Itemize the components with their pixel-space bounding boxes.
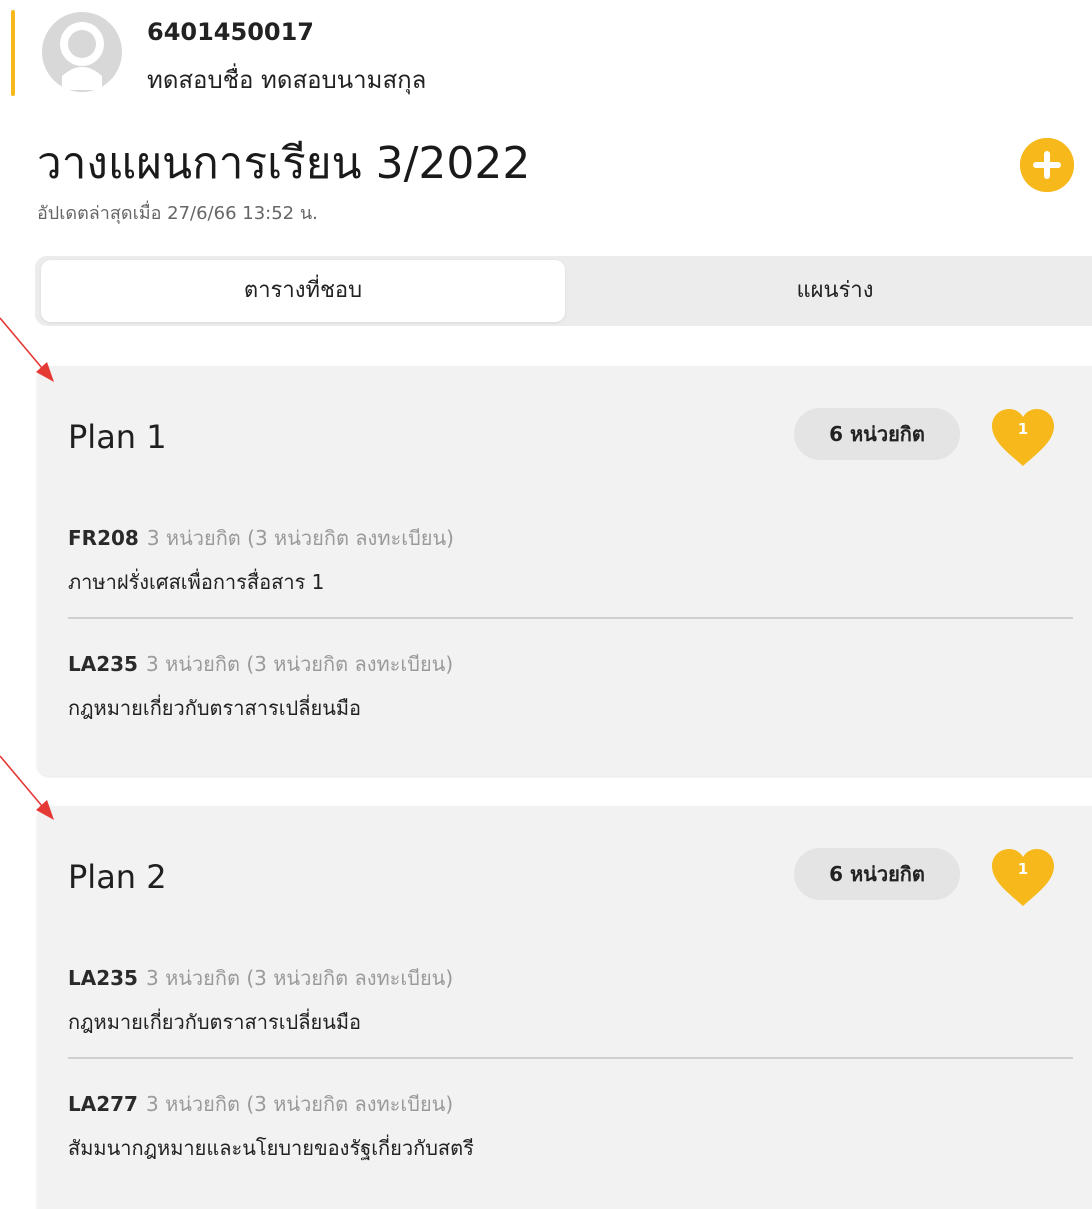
course-name: ภาษาฝรั่งเศสเพื่อการสื่อสาร 1 bbox=[68, 570, 325, 594]
study-plan-page: 6401450017 ทดสอบชื่อ ทดสอบนามสกุล วางแผน… bbox=[0, 0, 1092, 1209]
profile-accent-bar bbox=[11, 10, 15, 96]
user-avatar-placeholder-icon bbox=[40, 10, 124, 94]
total-credits-badge: 6 หน่วยกิต bbox=[794, 848, 960, 900]
plan-title: Plan 2 bbox=[68, 858, 167, 896]
course-item: LA277 3 หน่วยกิต (3 หน่วยกิต ลงทะเบียน) ส… bbox=[68, 1088, 1073, 1164]
course-credits: 3 หน่วยกิต (3 หน่วยกิต ลงทะเบียน) bbox=[145, 652, 454, 676]
plan-title: Plan 1 bbox=[68, 418, 167, 456]
course-divider bbox=[68, 617, 1073, 619]
student-id: 6401450017 bbox=[147, 18, 314, 46]
course-code: LA235 bbox=[68, 966, 138, 990]
like-count: 1 bbox=[1017, 420, 1029, 438]
course-item: LA235 3 หน่วยกิต (3 หน่วยกิต ลงทะเบียน) ก… bbox=[68, 962, 1073, 1038]
course-name: กฎหมายเกี่ยวกับตราสารเปลี่ยนมือ bbox=[68, 696, 362, 720]
student-name: ทดสอบชื่อ ทดสอบนามสกุล bbox=[147, 66, 427, 94]
heart-icon bbox=[992, 849, 1054, 906]
course-name: สัมมนากฎหมายและนโยบายของรัฐเกี่ยวกับสตรี bbox=[68, 1136, 474, 1160]
page-title: วางแผนการเรียน 3/2022 bbox=[37, 138, 531, 189]
tab-favorite-schedules[interactable]: ตารางที่ชอบ bbox=[41, 260, 565, 322]
course-item: LA235 3 หน่วยกิต (3 หน่วยกิต ลงทะเบียน) ก… bbox=[68, 648, 1073, 724]
plan-card[interactable]: Plan 1 6 หน่วยกิต 1 FR208 3 หน่วยกิต (3 ห… bbox=[37, 366, 1092, 776]
plan-tabs: ตารางที่ชอบ แผนร่าง bbox=[35, 256, 1092, 326]
student-profile-header: 6401450017 ทดสอบชื่อ ทดสอบนามสกุล bbox=[0, 0, 1092, 100]
course-code: LA277 bbox=[68, 1092, 138, 1116]
last-updated-text: อัปเดตล่าสุดเมื่อ 27/6/66 13:52 น. bbox=[37, 203, 318, 224]
course-credits: 3 หน่วยกิต (3 หน่วยกิต ลงทะเบียน) bbox=[146, 526, 454, 550]
like-button[interactable]: 1 bbox=[990, 848, 1056, 908]
course-code: FR208 bbox=[68, 526, 139, 550]
course-code: LA235 bbox=[68, 652, 138, 676]
add-plan-button[interactable] bbox=[1020, 138, 1074, 192]
heart-icon bbox=[992, 409, 1054, 466]
tab-drafts[interactable]: แผนร่าง bbox=[575, 260, 1092, 322]
course-divider bbox=[68, 1057, 1073, 1059]
course-credits: 3 หน่วยกิต (3 หน่วยกิต ลงทะเบียน) bbox=[145, 966, 454, 990]
course-item: FR208 3 หน่วยกิต (3 หน่วยกิต ลงทะเบียน) ภ… bbox=[68, 522, 1073, 598]
total-credits-badge: 6 หน่วยกิต bbox=[794, 408, 960, 460]
plus-circle-icon bbox=[1020, 138, 1074, 192]
plan-card[interactable]: Plan 2 6 หน่วยกิต 1 LA235 3 หน่วยกิต (3 ห… bbox=[37, 806, 1092, 1209]
course-credits: 3 หน่วยกิต (3 หน่วยกิต ลงทะเบียน) bbox=[145, 1092, 454, 1116]
like-count: 1 bbox=[1017, 860, 1029, 878]
like-button[interactable]: 1 bbox=[990, 408, 1056, 468]
course-name: กฎหมายเกี่ยวกับตราสารเปลี่ยนมือ bbox=[68, 1010, 362, 1034]
